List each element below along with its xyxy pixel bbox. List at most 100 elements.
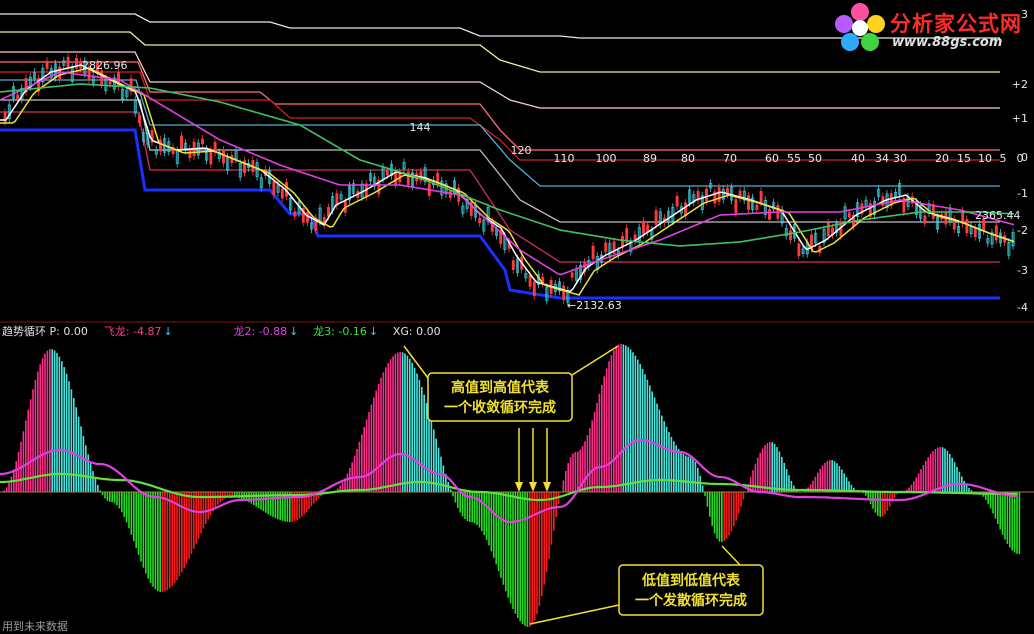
histogram-bar xyxy=(140,492,142,562)
candle-body xyxy=(45,60,49,69)
histogram-bar xyxy=(963,480,965,492)
histogram-bar xyxy=(761,448,764,492)
candle-body xyxy=(789,230,792,241)
histogram-bar xyxy=(509,492,512,604)
histogram-bar xyxy=(632,352,634,492)
oscillator-header-item: 龙3: -0.16 xyxy=(313,325,367,338)
histogram-bar xyxy=(142,492,145,568)
histogram-bar xyxy=(656,403,658,492)
histogram-bar xyxy=(190,492,193,554)
histogram-bar xyxy=(793,485,795,492)
histogram-bar xyxy=(682,453,685,492)
right-scale-label: -2 xyxy=(1017,224,1028,237)
annotation-converge-line2: 一个收敛循环完成 xyxy=(444,399,556,416)
histogram-bar xyxy=(111,492,113,503)
histogram-bar xyxy=(519,492,521,622)
histogram-bar xyxy=(61,361,63,492)
candle-body xyxy=(604,242,608,253)
histogram-bar xyxy=(735,492,737,521)
candle-body xyxy=(747,195,750,210)
histogram-bar xyxy=(505,492,507,592)
histogram-bar xyxy=(495,492,497,565)
histogram-bar xyxy=(603,376,605,492)
histogram-bar xyxy=(517,492,519,618)
histogram-bar xyxy=(783,462,785,492)
histogram-bar xyxy=(1006,492,1009,544)
histogram-bar xyxy=(104,492,106,499)
histogram-bar xyxy=(531,492,533,625)
histogram-bar xyxy=(689,456,692,492)
histogram-bar xyxy=(826,461,829,492)
right-scale-label: +1 xyxy=(1012,112,1028,125)
histogram-bar xyxy=(80,426,82,492)
histogram-bar xyxy=(567,463,569,492)
histogram-bar xyxy=(15,461,17,492)
histogram-bar xyxy=(483,492,485,536)
histogram-bar xyxy=(164,492,166,592)
histogram-bar xyxy=(711,492,713,526)
histogram-bar xyxy=(375,390,377,492)
histogram-bar xyxy=(596,402,598,492)
candle-body xyxy=(994,225,998,241)
histogram-bar xyxy=(380,377,382,492)
histogram-bar xyxy=(956,466,958,492)
histogram-bar xyxy=(725,492,728,539)
oscillator-header-item: XG: 0.00 xyxy=(393,325,441,338)
histogram-bar xyxy=(953,462,956,492)
histogram-bar xyxy=(181,492,183,573)
histogram-bar xyxy=(70,389,73,492)
histogram-bar xyxy=(572,453,574,492)
logo: 分析家公式网 www.88gs.com xyxy=(832,2,1028,52)
histogram-bar xyxy=(999,492,1001,530)
right-scale-label: -4 xyxy=(1017,301,1028,314)
countdown-label: 10 xyxy=(978,152,992,165)
histogram-bar xyxy=(425,402,428,492)
histogram-bar xyxy=(116,492,118,506)
countdown-label: 144 xyxy=(410,121,431,134)
histogram-bar xyxy=(512,492,514,609)
histogram-bar xyxy=(709,492,711,517)
candle-body xyxy=(717,187,721,202)
histogram-bar xyxy=(514,492,517,614)
histogram-bar xyxy=(781,456,783,492)
histogram-bar xyxy=(879,492,881,517)
histogram-bar xyxy=(754,463,757,492)
histogram-bar xyxy=(819,468,821,492)
histogram-bar xyxy=(147,492,149,579)
histogram-bar xyxy=(356,448,358,492)
flower-logo-icon xyxy=(835,3,885,51)
annotation-converge-line1: 高值到高值代表 xyxy=(451,379,550,396)
histogram-bar xyxy=(125,492,128,523)
histogram-bar xyxy=(430,420,433,492)
histogram-bar xyxy=(829,460,831,492)
histogram-bar xyxy=(836,463,838,492)
histogram-bar xyxy=(692,458,694,492)
histogram-bar xyxy=(123,492,125,518)
histogram-bar xyxy=(34,379,37,492)
histogram-bar xyxy=(507,492,509,598)
histogram-bar xyxy=(637,359,639,492)
candle-body xyxy=(684,202,687,217)
histogram-bar xyxy=(459,492,461,513)
histogram-bar xyxy=(769,442,771,492)
histogram-bar xyxy=(927,457,929,492)
oscillator-header-item: 趋势循环 P: 0.00 xyxy=(2,325,88,338)
histogram-bar xyxy=(149,492,152,584)
candle-body xyxy=(923,215,927,224)
histogram-bar xyxy=(622,344,625,492)
histogram-bar xyxy=(152,492,154,587)
right-scale-label: -1 xyxy=(1017,187,1028,200)
histogram-bar xyxy=(346,473,349,492)
histogram-bar xyxy=(718,492,721,542)
histogram-bar xyxy=(406,355,409,492)
histogram-bar xyxy=(574,452,577,492)
candle-body xyxy=(159,139,162,152)
histogram-bar xyxy=(608,361,610,492)
candle-body xyxy=(532,281,536,297)
histogram-bar xyxy=(121,492,123,513)
histogram-bar xyxy=(481,492,483,532)
histogram-bar xyxy=(565,470,567,492)
histogram-bar xyxy=(601,384,603,492)
histogram-bar xyxy=(193,492,195,549)
histogram-bar xyxy=(46,350,49,492)
